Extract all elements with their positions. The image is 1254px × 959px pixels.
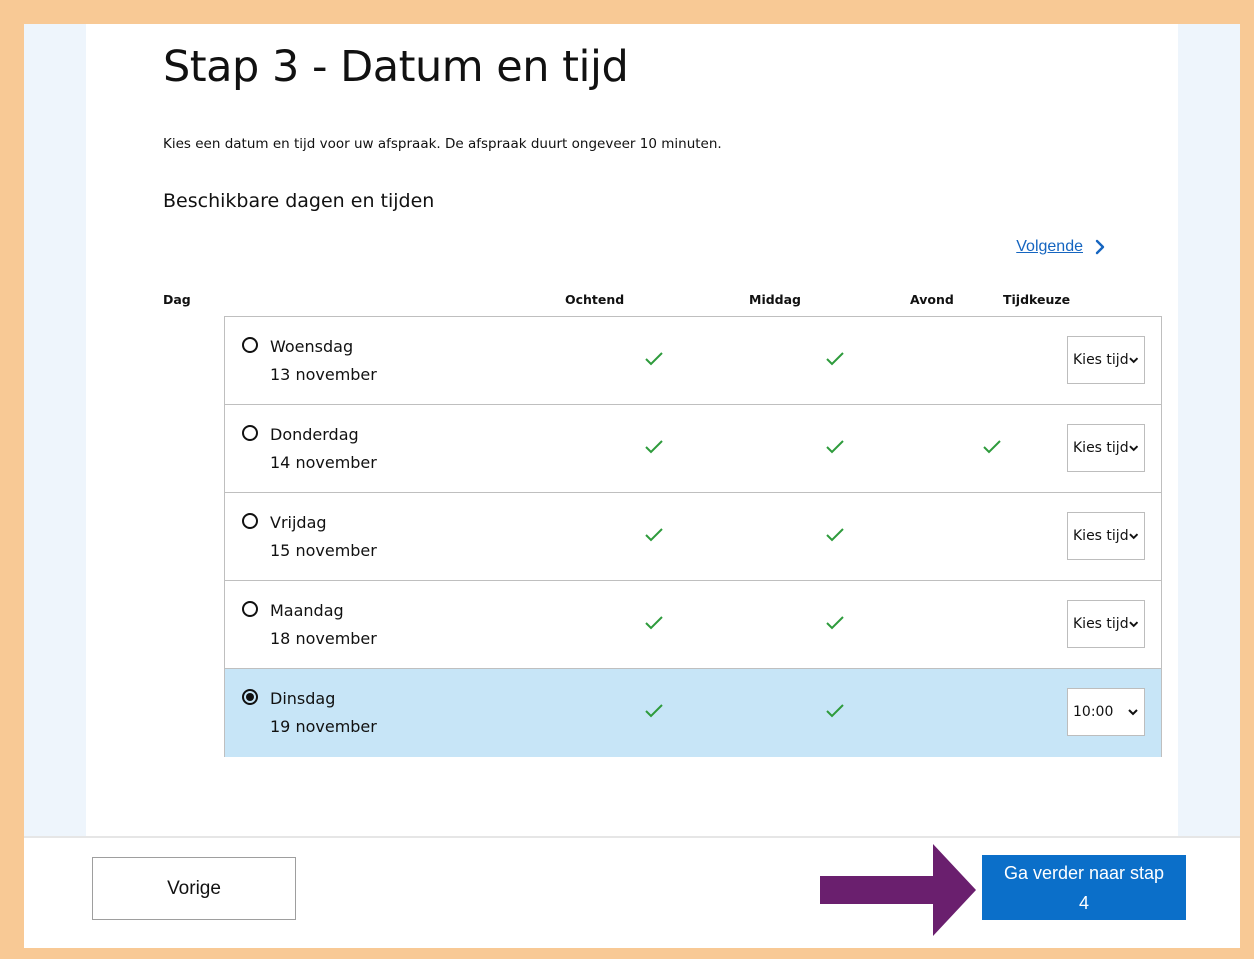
- page-frame: Stap 3 - Datum en tijd Kies een datum en…: [24, 24, 1240, 948]
- day-name: Maandag: [270, 601, 344, 620]
- chevron-down-icon: [1128, 620, 1138, 627]
- continue-label: Ga verder naar stap 4: [1004, 858, 1164, 918]
- continue-label-line2: 4: [1078, 892, 1089, 913]
- check-icon: [826, 440, 844, 454]
- table-row[interactable]: Vrijdag 15 november Kies tijd: [225, 493, 1161, 581]
- table-row[interactable]: Donderdag 14 november Kies tijd: [225, 405, 1161, 493]
- time-select-value: Kies tijd: [1073, 440, 1129, 456]
- check-icon: [645, 440, 663, 454]
- footer-bar: Vorige Ga verder naar stap 4: [24, 836, 1240, 948]
- main-content: Stap 3 - Datum en tijd Kies een datum en…: [86, 24, 1178, 836]
- chevron-down-icon: [1128, 356, 1138, 363]
- annotation-arrow-icon: [820, 844, 976, 936]
- table-row[interactable]: Maandag 18 november Kies tijd: [225, 581, 1161, 669]
- next-week-link[interactable]: Volgende: [1016, 238, 1105, 256]
- column-header-morning: Ochtend: [565, 292, 625, 307]
- day-date: 18 november: [270, 629, 377, 648]
- day-date: 14 november: [270, 453, 377, 472]
- column-header-afternoon: Middag: [749, 292, 802, 307]
- time-select-value: Kies tijd: [1073, 352, 1129, 368]
- day-radio[interactable]: [242, 601, 258, 617]
- check-icon: [983, 440, 1001, 454]
- time-select-value: Kies tijd: [1073, 528, 1129, 544]
- check-icon: [826, 704, 844, 718]
- day-radio-checked[interactable]: [242, 689, 258, 705]
- time-select[interactable]: Kies tijd: [1067, 512, 1145, 560]
- time-select[interactable]: Kies tijd: [1067, 424, 1145, 472]
- check-icon: [645, 352, 663, 366]
- check-icon: [645, 704, 663, 718]
- section-subtitle: Beschikbare dagen en tijden: [163, 190, 435, 212]
- chevron-down-icon: [1128, 708, 1138, 715]
- check-icon: [826, 616, 844, 630]
- time-select[interactable]: Kies tijd: [1067, 600, 1145, 648]
- day-name: Woensdag: [270, 337, 354, 356]
- day-date: 19 november: [270, 717, 377, 736]
- check-icon: [826, 528, 844, 542]
- intro-text: Kies een datum en tijd voor uw afspraak.…: [163, 136, 722, 152]
- column-header-evening: Avond: [910, 292, 954, 307]
- day-name: Donderdag: [270, 425, 359, 444]
- table-row[interactable]: Woensdag 13 november Kies tijd: [225, 317, 1161, 405]
- continue-label-line1: Ga verder naar stap: [1003, 862, 1165, 883]
- continue-to-step-4-button[interactable]: Ga verder naar stap 4: [982, 855, 1186, 920]
- chevron-down-icon: [1128, 444, 1138, 451]
- time-select-value: Kies tijd: [1073, 616, 1129, 632]
- chevron-right-icon: [1095, 239, 1105, 255]
- time-select[interactable]: 10:00: [1067, 688, 1145, 736]
- chevron-down-icon: [1128, 532, 1138, 539]
- previous-button[interactable]: Vorige: [92, 857, 296, 920]
- page-title: Stap 3 - Datum en tijd: [163, 42, 629, 92]
- check-icon: [645, 528, 663, 542]
- day-radio[interactable]: [242, 513, 258, 529]
- check-icon: [826, 352, 844, 366]
- day-name: Vrijdag: [270, 513, 327, 532]
- day-radio[interactable]: [242, 337, 258, 353]
- time-select-value: 10:00: [1073, 704, 1114, 720]
- day-date: 13 november: [270, 365, 377, 384]
- check-icon: [645, 616, 663, 630]
- time-select[interactable]: Kies tijd: [1067, 336, 1145, 384]
- day-radio[interactable]: [242, 425, 258, 441]
- day-date: 15 november: [270, 541, 377, 560]
- column-header-day: Dag: [163, 292, 191, 307]
- next-link-label: Volgende: [1016, 238, 1083, 255]
- column-header-time-choice: Tijdkeuze: [1003, 292, 1071, 307]
- table-row-selected[interactable]: Dinsdag 19 november 10:00: [225, 669, 1161, 757]
- availability-table: Woensdag 13 november Kies tijd Donderdag…: [224, 316, 1162, 757]
- day-name: Dinsdag: [270, 689, 336, 708]
